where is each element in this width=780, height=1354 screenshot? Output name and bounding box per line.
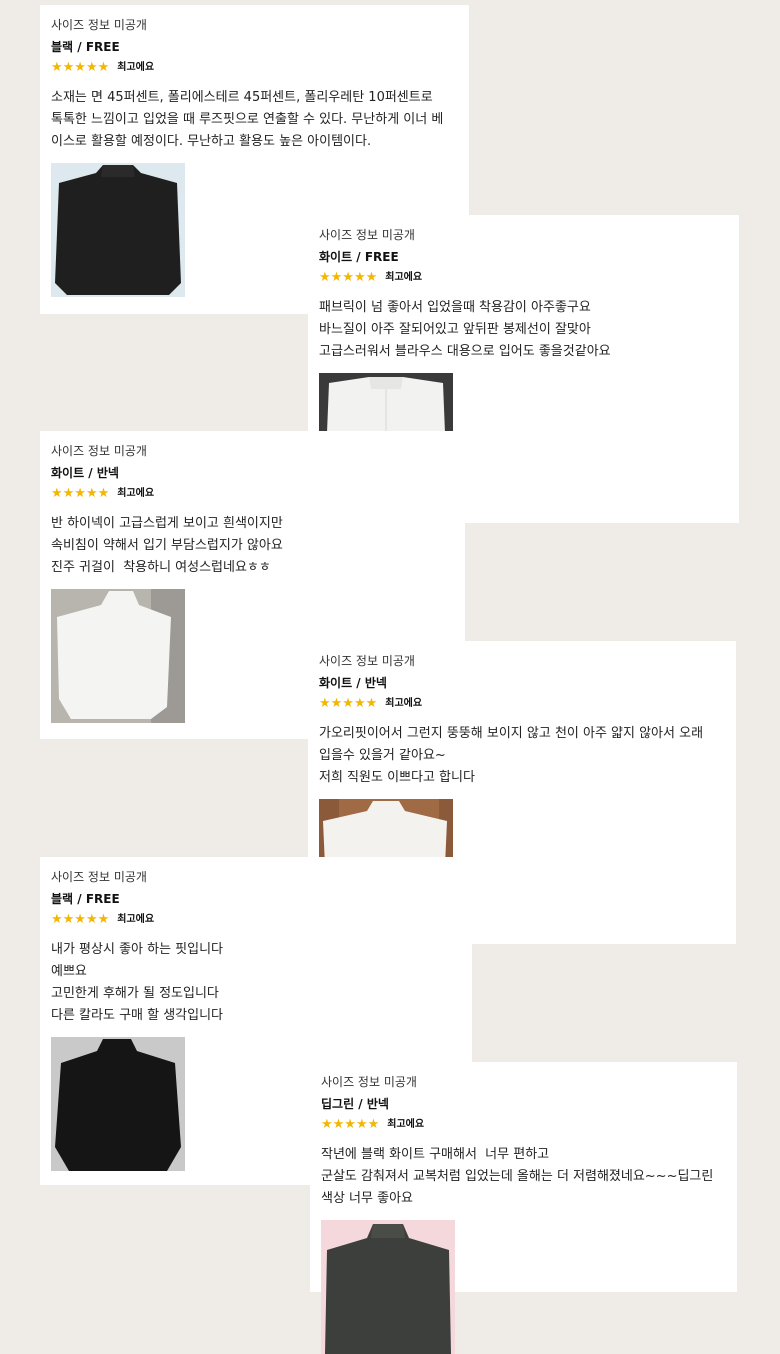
size-info: 사이즈 정보 미공개 [51, 18, 147, 32]
review-text: 가오리핏이어서 그런지 뚱뚱해 보이지 않고 천이 아주 얇지 않아서 오래 입… [319, 726, 704, 785]
review-photo[interactable] [321, 1220, 455, 1354]
product-option: 블랙 / FREE [51, 892, 120, 906]
review-photo[interactable] [51, 1037, 185, 1171]
review-text: 내가 평상시 좋아 하는 핏입니다 예쁘요 고민한게 후해가 될 정도입니다 다… [51, 942, 224, 1023]
rating-label: 최고에요 [385, 272, 423, 283]
product-option: 화이트 / 반넥 [51, 466, 119, 480]
rating-label: 최고에요 [387, 1119, 425, 1130]
product-option: 화이트 / 반넥 [319, 676, 387, 690]
star-rating-icon: ★★★★★ [51, 60, 110, 75]
size-info: 사이즈 정보 미공개 [51, 444, 147, 458]
review-text: 작년에 블랙 화이트 구매해서 너무 편하고 군살도 감춰져서 교복처럼 입었는… [321, 1147, 714, 1206]
review-text: 소재는 면 45퍼센트, 폴리에스테르 45퍼센트, 폴리우레탄 10퍼센트로 … [51, 90, 444, 149]
size-info: 사이즈 정보 미공개 [319, 228, 415, 242]
review-text: 패브릭이 넘 좋아서 입었을때 착용감이 아주좋구요 바느질이 아주 잘되어있고… [319, 300, 611, 359]
size-info: 사이즈 정보 미공개 [51, 870, 147, 884]
rating-label: 최고에요 [385, 698, 423, 709]
rating-label: 최고에요 [117, 62, 155, 73]
rating: ★★★★★ 최고에요 [51, 487, 454, 501]
star-rating-icon: ★★★★★ [51, 486, 110, 501]
rating: ★★★★★ 최고에요 [321, 1118, 726, 1132]
star-rating-icon: ★★★★★ [321, 1117, 380, 1132]
review-photo[interactable] [51, 163, 185, 297]
product-option: 딥그린 / 반넥 [321, 1097, 389, 1111]
rating: ★★★★★ 최고에요 [319, 697, 725, 711]
review-card: 사이즈 정보 미공개 딥그린 / 반넥 ★★★★★ 최고에요 작년에 블랙 화이… [310, 1062, 737, 1354]
size-info: 사이즈 정보 미공개 [321, 1075, 417, 1089]
rating: ★★★★★ 최고에요 [51, 61, 458, 75]
rating-label: 최고에요 [117, 488, 155, 499]
black-turtleneck-photo [51, 163, 185, 297]
review-photo[interactable] [51, 589, 185, 723]
star-rating-icon: ★★★★★ [51, 912, 110, 927]
rating: ★★★★★ 최고에요 [319, 271, 728, 285]
black-turtleneck-photo [51, 1037, 185, 1171]
deep-green-top-photo [321, 1220, 455, 1354]
size-info: 사이즈 정보 미공개 [319, 654, 415, 668]
star-rating-icon: ★★★★★ [319, 696, 378, 711]
white-top-photo [51, 589, 185, 723]
product-option: 화이트 / FREE [319, 250, 399, 264]
review-text: 반 하이넥이 고급스럽게 보이고 흰색이지만 속비침이 약해서 입기 부담스럽지… [51, 516, 283, 575]
star-rating-icon: ★★★★★ [319, 270, 378, 285]
rating: ★★★★★ 최고에요 [51, 913, 461, 927]
rating-label: 최고에요 [117, 914, 155, 925]
product-option: 블랙 / FREE [51, 40, 120, 54]
